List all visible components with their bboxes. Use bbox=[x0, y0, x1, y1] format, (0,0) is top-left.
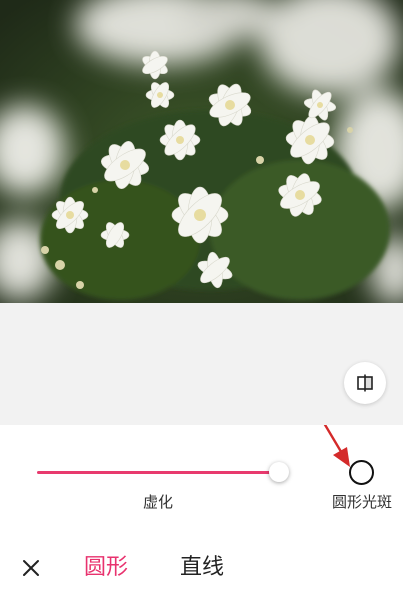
circle-bokeh-label: 圆形光斑 bbox=[331, 493, 392, 511]
compare-split-icon bbox=[357, 374, 373, 392]
compare-button[interactable] bbox=[344, 362, 386, 404]
tab-linear[interactable]: 直线 bbox=[180, 554, 224, 582]
blur-slider-track[interactable] bbox=[37, 471, 281, 474]
close-button[interactable] bbox=[18, 555, 44, 581]
preview-background bbox=[0, 303, 403, 425]
blur-controls: 虚化 圆形光斑 bbox=[0, 425, 403, 545]
close-icon bbox=[23, 560, 39, 576]
bottom-bar: 圆形 直线 bbox=[0, 545, 403, 591]
blur-slider-label: 虚化 bbox=[142, 493, 173, 511]
photo-preview bbox=[0, 0, 403, 303]
tab-circle[interactable]: 圆形 bbox=[84, 554, 128, 582]
blur-slider-thumb[interactable] bbox=[269, 462, 289, 482]
annotation-arrow bbox=[323, 425, 350, 467]
flower-photo bbox=[0, 0, 403, 303]
circle-bokeh-button[interactable] bbox=[349, 460, 374, 485]
